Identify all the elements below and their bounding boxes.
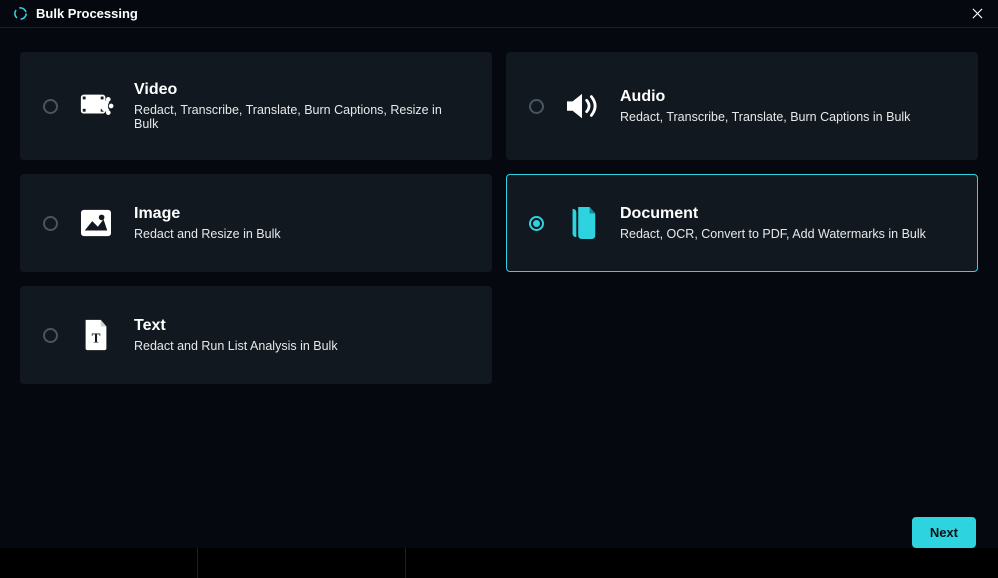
option-audio-title: Audio (620, 88, 910, 106)
radio-text[interactable] (43, 328, 58, 343)
app-icon (12, 6, 28, 22)
audio-icon (562, 88, 602, 124)
app-title: Bulk Processing (36, 6, 138, 21)
option-audio-text: Audio Redact, Transcribe, Translate, Bur… (620, 88, 910, 124)
radio-video[interactable] (43, 99, 58, 114)
titlebar-left: Bulk Processing (12, 6, 138, 22)
option-text[interactable]: T Text Redact and Run List Analysis in B… (20, 286, 492, 384)
option-text-title: Text (134, 317, 338, 335)
option-text-desc: Redact and Run List Analysis in Bulk (134, 339, 338, 353)
option-video-title: Video (134, 81, 469, 99)
svg-text:T: T (92, 331, 101, 346)
video-icon (76, 88, 116, 124)
bottom-section-3 (406, 548, 998, 578)
footer: Next (912, 517, 976, 548)
option-document-desc: Redact, OCR, Convert to PDF, Add Waterma… (620, 227, 926, 241)
option-document-text: Document Redact, OCR, Convert to PDF, Ad… (620, 205, 926, 241)
document-icon (562, 205, 602, 241)
bottom-bar (0, 548, 998, 578)
option-image[interactable]: Image Redact and Resize in Bulk (20, 174, 492, 272)
radio-document[interactable] (529, 216, 544, 231)
radio-image[interactable] (43, 216, 58, 231)
option-audio-desc: Redact, Transcribe, Translate, Burn Capt… (620, 110, 910, 124)
close-button[interactable] (968, 5, 986, 23)
option-image-text: Image Redact and Resize in Bulk (134, 205, 281, 241)
radio-audio[interactable] (529, 99, 544, 114)
next-button[interactable]: Next (912, 517, 976, 548)
bottom-section-1 (0, 548, 198, 578)
titlebar: Bulk Processing (0, 0, 998, 28)
option-video[interactable]: Video Redact, Transcribe, Translate, Bur… (20, 52, 492, 160)
option-text-text: Text Redact and Run List Analysis in Bul… (134, 317, 338, 353)
option-audio[interactable]: Audio Redact, Transcribe, Translate, Bur… (506, 52, 978, 160)
option-image-desc: Redact and Resize in Bulk (134, 227, 281, 241)
image-icon (76, 205, 116, 241)
options-grid: Video Redact, Transcribe, Translate, Bur… (0, 28, 998, 384)
option-document-title: Document (620, 205, 926, 223)
option-video-text: Video Redact, Transcribe, Translate, Bur… (134, 81, 469, 131)
bottom-section-2 (198, 548, 406, 578)
option-document[interactable]: Document Redact, OCR, Convert to PDF, Ad… (506, 174, 978, 272)
option-image-title: Image (134, 205, 281, 223)
option-video-desc: Redact, Transcribe, Translate, Burn Capt… (134, 103, 469, 131)
text-icon: T (76, 317, 116, 353)
